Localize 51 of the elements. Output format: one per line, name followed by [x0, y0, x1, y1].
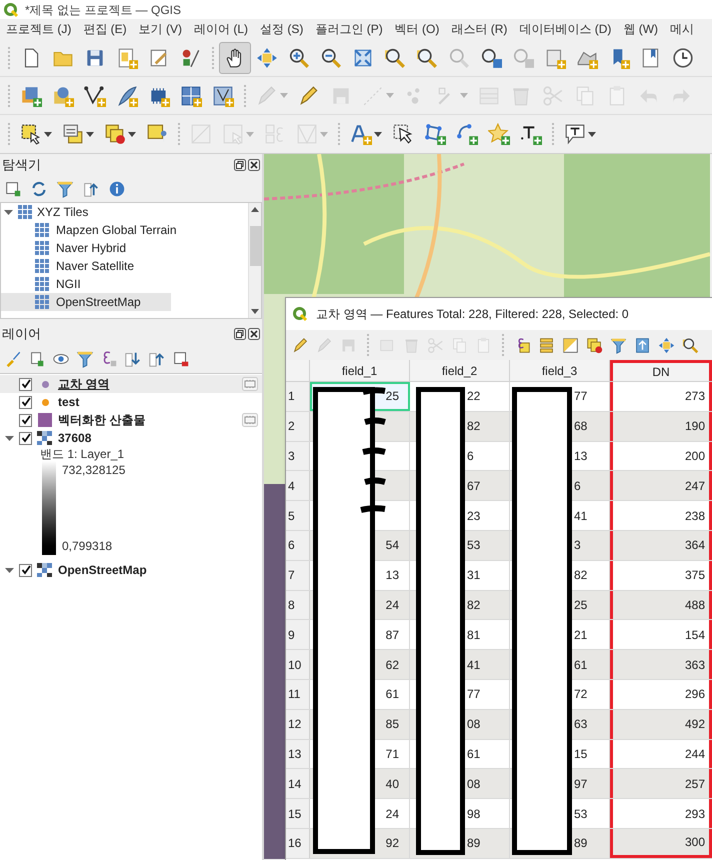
- legend-min-value: 0,799318: [62, 538, 114, 555]
- layer-row[interactable]: 교차 영역: [0, 375, 262, 393]
- menu-item[interactable]: 메시: [664, 20, 700, 38]
- window-title: *제목 없는 프로젝트 — QGIS: [25, 2, 182, 18]
- panel-title: 레이어: [2, 325, 41, 344]
- legend-max-value: 732,328125: [62, 462, 126, 479]
- row-number[interactable]: 6: [286, 530, 310, 560]
- row-number[interactable]: 4: [286, 471, 310, 500]
- row-number[interactable]: 7: [286, 560, 310, 590]
- row-number[interactable]: 14: [286, 769, 310, 798]
- menu-item[interactable]: 보기 (V): [132, 20, 188, 38]
- tree-label: Naver Hybrid: [56, 240, 126, 257]
- layer-name[interactable]: test: [58, 393, 258, 411]
- tree-label: Naver Satellite: [56, 258, 134, 275]
- tree-label: XYZ Tiles: [37, 204, 88, 221]
- menu-item[interactable]: 플러그인 (P): [309, 20, 389, 38]
- row-number[interactable]: 11: [286, 680, 310, 709]
- menu-item[interactable]: 웹 (W): [617, 20, 664, 38]
- row-number[interactable]: 10: [286, 650, 310, 679]
- row-number[interactable]: 13: [286, 740, 310, 768]
- menu-item[interactable]: 프로젝트 (J): [0, 20, 78, 38]
- row-number[interactable]: 16: [286, 828, 310, 858]
- menu-item[interactable]: 벡터 (O): [388, 20, 446, 38]
- window-title: 교차 영역 — Features Total: 228, Filtered: 228, Selected: 0: [316, 306, 629, 323]
- menu-item[interactable]: 편집 (E): [77, 20, 133, 38]
- menu-item[interactable]: 데이터베이스 (D): [513, 20, 618, 38]
- tree-label: OpenStreetMap: [56, 294, 141, 311]
- tree-label: Mapzen Global Terrain: [56, 222, 177, 239]
- layer-name[interactable]: OpenStreetMap: [58, 561, 258, 579]
- row-number[interactable]: 1: [286, 382, 310, 411]
- row-number[interactable]: 12: [286, 710, 310, 739]
- row-number[interactable]: 5: [286, 501, 310, 530]
- menu-item[interactable]: 설정 (S): [254, 20, 310, 38]
- row-number[interactable]: 8: [286, 590, 310, 620]
- row-number[interactable]: 2: [286, 412, 310, 441]
- menu-item[interactable]: 래스터 (R): [445, 20, 514, 38]
- row-number[interactable]: 15: [286, 799, 310, 828]
- legend-band-label: 밴드 1: Layer_1: [39, 447, 124, 461]
- menu-item[interactable]: 레이어 (L): [188, 20, 254, 38]
- column-header[interactable]: field_2: [410, 360, 510, 381]
- tree-label: NGII: [56, 276, 81, 293]
- row-number[interactable]: 3: [286, 442, 310, 470]
- layer-name[interactable]: 벡터화한 산출물: [58, 411, 237, 429]
- table-cell: 300: [610, 828, 712, 858]
- layer-name[interactable]: 교차 영역: [58, 375, 237, 393]
- column-header[interactable]: field_1: [310, 360, 410, 381]
- row-number[interactable]: 9: [286, 620, 310, 650]
- tree-item[interactable]: OpenStreetMap: [1, 293, 171, 311]
- panel-title: 탐색기: [2, 156, 41, 174]
- layer-name[interactable]: 37608: [58, 429, 258, 447]
- column-header[interactable]: field_3: [510, 360, 610, 381]
